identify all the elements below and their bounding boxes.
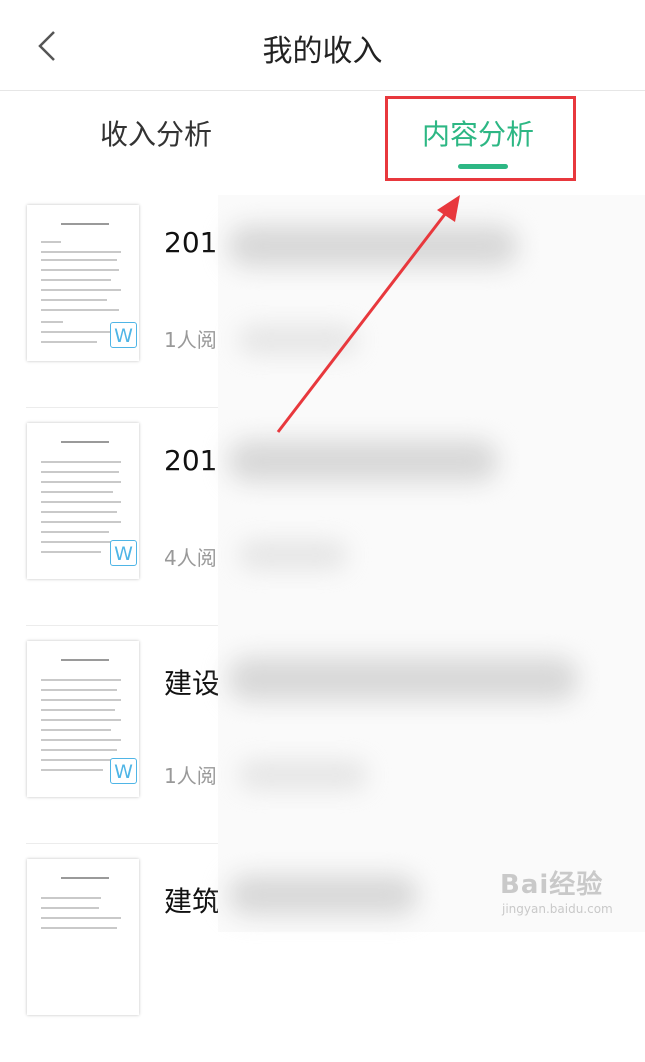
read-count: 1人阅: [164, 764, 217, 788]
baidu-jingyan-watermark: Bai经验 jingyan.baidu.com: [500, 870, 613, 916]
app-header: 我的收入: [0, 0, 645, 91]
page-title: 我的收入: [262, 34, 383, 69]
document-title: 建筑: [164, 885, 221, 918]
word-doc-badge-icon: W: [110, 540, 137, 566]
read-count: 4人阅: [164, 546, 217, 570]
annotation-highlight-box: [385, 96, 576, 181]
word-doc-badge-icon: W: [110, 758, 137, 784]
blurred-overlay: [218, 195, 645, 932]
document-thumbnail: [27, 859, 139, 1015]
word-doc-badge-icon: W: [110, 322, 137, 348]
document-title: 建设: [164, 667, 221, 700]
tab-income-analysis[interactable]: 收入分析: [100, 113, 212, 153]
read-count: 1人阅: [164, 328, 217, 352]
